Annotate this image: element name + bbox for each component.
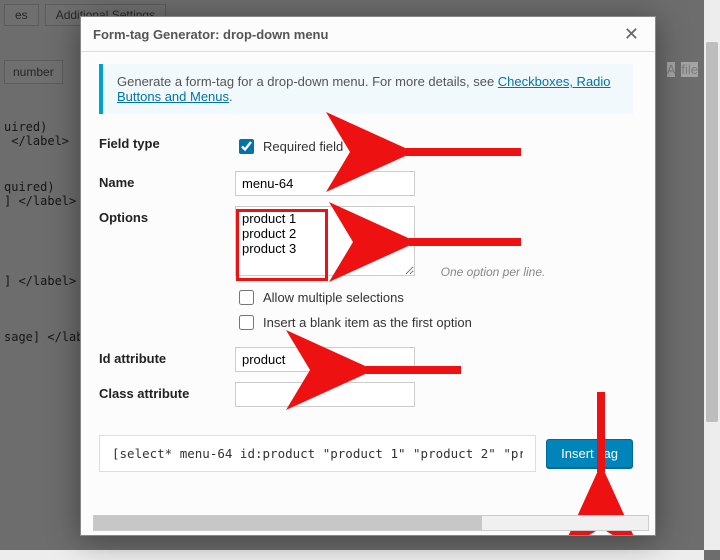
required-label: Required field: [263, 139, 343, 154]
dialog-scroll-region: Generate a form-tag for a drop-down menu…: [81, 52, 655, 535]
name-field[interactable]: [235, 171, 415, 196]
allow-multiple-checkbox[interactable]: [239, 290, 254, 305]
label-options: Options: [99, 206, 219, 225]
blank-first-checkbox-wrap[interactable]: Insert a blank item as the first option: [235, 312, 633, 333]
page-horizontal-scrollbar[interactable]: [0, 550, 704, 560]
options-textarea[interactable]: [235, 206, 415, 276]
row-options: Options One option per line. Allow multi…: [99, 206, 633, 337]
output-row: Insert Tag: [99, 435, 633, 472]
info-text: Generate a form-tag for a drop-down menu…: [117, 74, 498, 89]
dialog-title: Form-tag Generator: drop-down menu: [93, 27, 328, 42]
dialog-titlebar: Form-tag Generator: drop-down menu ✕: [81, 17, 655, 52]
dialog-horizontal-scrollbar[interactable]: [93, 515, 649, 531]
insert-tag-button[interactable]: Insert Tag: [546, 439, 633, 468]
options-hint: One option per line.: [441, 265, 546, 279]
file-button[interactable]: file: [681, 62, 698, 77]
a-button[interactable]: A: [667, 62, 676, 77]
page-vertical-scrollbar[interactable]: [704, 0, 720, 550]
info-notice: Generate a form-tag for a drop-down menu…: [99, 64, 633, 114]
label-field-type: Field type: [99, 132, 219, 151]
row-name: Name: [99, 171, 633, 196]
close-icon[interactable]: ✕: [620, 25, 643, 43]
scroll-thumb[interactable]: [706, 42, 718, 422]
id-attr-field[interactable]: [235, 347, 415, 372]
scroll-thumb[interactable]: [94, 516, 482, 530]
label-class-attr: Class attribute: [99, 382, 219, 401]
info-suffix: .: [229, 89, 233, 104]
required-checkbox-wrap[interactable]: Required field: [235, 136, 633, 157]
blank-first-checkbox[interactable]: [239, 315, 254, 330]
row-id-attr: Id attribute: [99, 347, 633, 372]
blank-first-label: Insert a blank item as the first option: [263, 315, 472, 330]
row-field-type: Field type Required field: [99, 132, 633, 161]
row-class-attr: Class attribute: [99, 382, 633, 407]
dialog-content: Generate a form-tag for a drop-down menu…: [81, 52, 643, 535]
allow-multiple-checkbox-wrap[interactable]: Allow multiple selections: [235, 287, 633, 308]
label-name: Name: [99, 171, 219, 190]
form-tag-generator-dialog: Form-tag Generator: drop-down menu ✕ Gen…: [80, 16, 656, 536]
label-id-attr: Id attribute: [99, 347, 219, 366]
output-code-field[interactable]: [99, 435, 536, 472]
class-attr-field[interactable]: [235, 382, 415, 407]
required-checkbox[interactable]: [239, 139, 254, 154]
allow-multiple-label: Allow multiple selections: [263, 290, 404, 305]
